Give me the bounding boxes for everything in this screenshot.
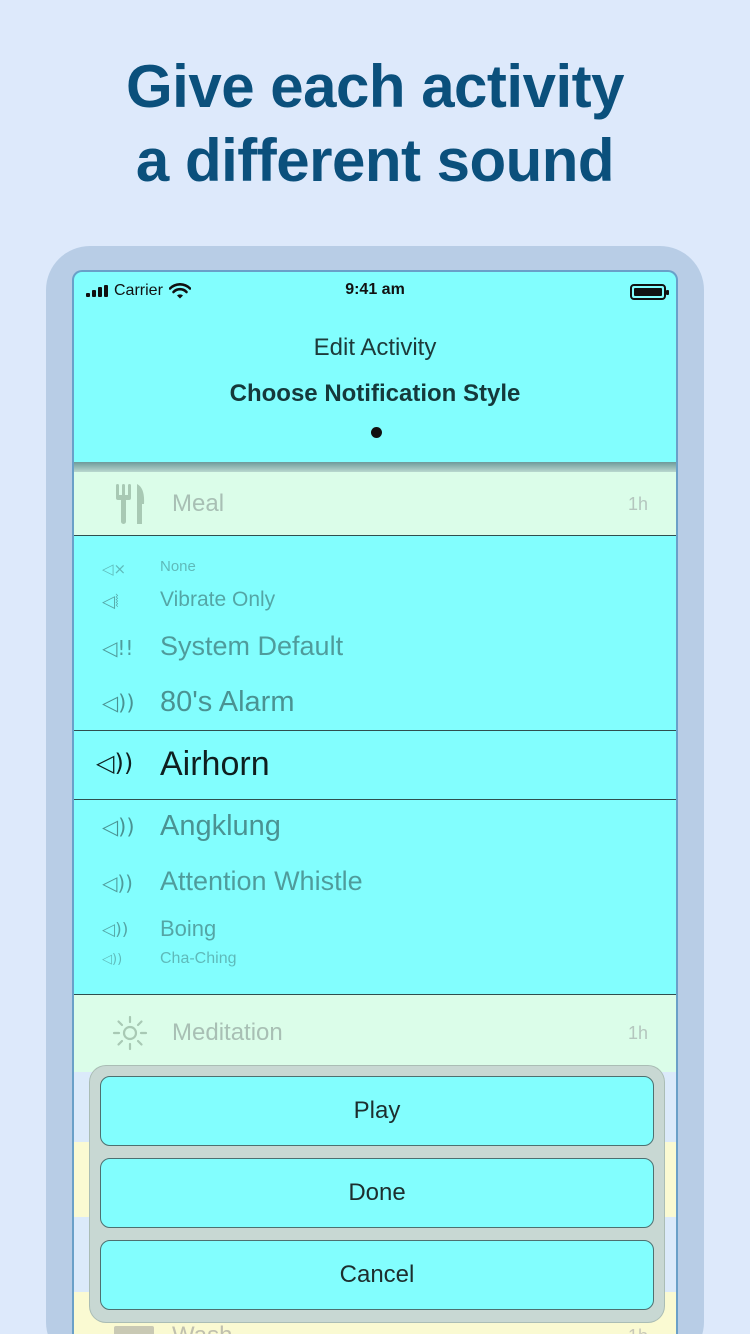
fork-knife-icon	[116, 484, 145, 524]
activity-label-meditation: Meditation	[172, 1019, 283, 1046]
play-button[interactable]: Play	[100, 1076, 654, 1146]
speaker-icon: ◁))	[102, 815, 135, 839]
speaker-muted-icon: ◁×	[102, 560, 127, 578]
status-bar: Carrier 9:41 am	[74, 272, 676, 312]
cancel-button[interactable]: Cancel	[100, 1240, 654, 1310]
nav-subtitle: Choose Notification Style	[229, 380, 521, 407]
speaker-icon: ◁))	[102, 920, 129, 940]
picker-item[interactable]: ◁)) 80's Alarm	[74, 686, 676, 720]
picker-item-label: Boing	[160, 916, 217, 941]
headline: Give each activity a different sound	[0, 50, 750, 198]
picker-item-label: System Default	[160, 631, 344, 661]
nav-separator	[74, 462, 676, 472]
picker-item-label: Vibrate Only	[160, 588, 276, 611]
vibrate-icon: ◁⦚	[102, 592, 119, 612]
activity-duration-wash: 1h	[628, 1326, 648, 1334]
picker-item[interactable]: ◁)) Angklung	[74, 810, 676, 844]
headline-line-2: a different sound	[135, 127, 615, 194]
picker-item-partial	[74, 976, 676, 984]
phone-screen: Carrier 9:41 am Edit Activity Choose Not…	[72, 270, 678, 1334]
activity-row-meal[interactable]: Meal 1h	[74, 472, 676, 536]
status-time: 9:41 am	[345, 281, 405, 298]
sun-icon	[112, 1015, 148, 1051]
activity-label-wash: Wash	[172, 1322, 232, 1334]
activity-label-meal: Meal	[172, 490, 225, 517]
picker-item-label: Cha-Ching	[160, 950, 237, 967]
picker-item-partial	[74, 544, 676, 554]
picker-item-label: Airhorn	[160, 745, 270, 783]
picker-item[interactable]: ◁)) Attention Whistle	[74, 866, 676, 898]
activity-duration-meal: 1h	[627, 494, 648, 514]
picker-item-label: Attention Whistle	[160, 866, 363, 896]
activity-row-meditation[interactable]: Meditation 1h	[74, 994, 676, 1072]
picker-item[interactable]: ◁)) Cha-Ching	[74, 950, 676, 970]
wash-icon	[114, 1326, 154, 1334]
notification-style-picker[interactable]: ◁× None ◁⦚ Vibrate Only ◁!! System Defau…	[74, 536, 676, 994]
picker-item-label: Angklung	[160, 810, 281, 842]
speaker-icon: ◁))	[96, 749, 134, 777]
picker-item[interactable]: ◁× None	[74, 558, 676, 578]
picker-item[interactable]: ◁!! System Default	[74, 631, 676, 663]
picker-item-label: None	[160, 558, 196, 575]
speaker-icon: ◁))	[102, 952, 123, 967]
nav-title: Edit Activity	[313, 334, 437, 361]
page-indicator-dot	[371, 427, 382, 438]
speaker-alert-icon: ◁!!	[102, 636, 134, 660]
picker-item[interactable]: ◁⦚ Vibrate Only	[74, 588, 676, 614]
activity-duration-meditation: 1h	[627, 1023, 648, 1043]
done-button[interactable]: Done	[100, 1158, 654, 1228]
headline-line-1: Give each activity	[126, 53, 624, 120]
picker-item-label: 80's Alarm	[160, 686, 295, 718]
speaker-icon: ◁))	[102, 871, 133, 895]
speaker-icon: ◁))	[102, 691, 135, 715]
battery-icon	[630, 284, 669, 300]
action-sheet: Play Done Cancel	[90, 1066, 664, 1322]
picker-item[interactable]: ◁)) Boing	[74, 916, 676, 942]
picker-item-selected[interactable]: ◁)) Airhorn	[74, 730, 676, 800]
